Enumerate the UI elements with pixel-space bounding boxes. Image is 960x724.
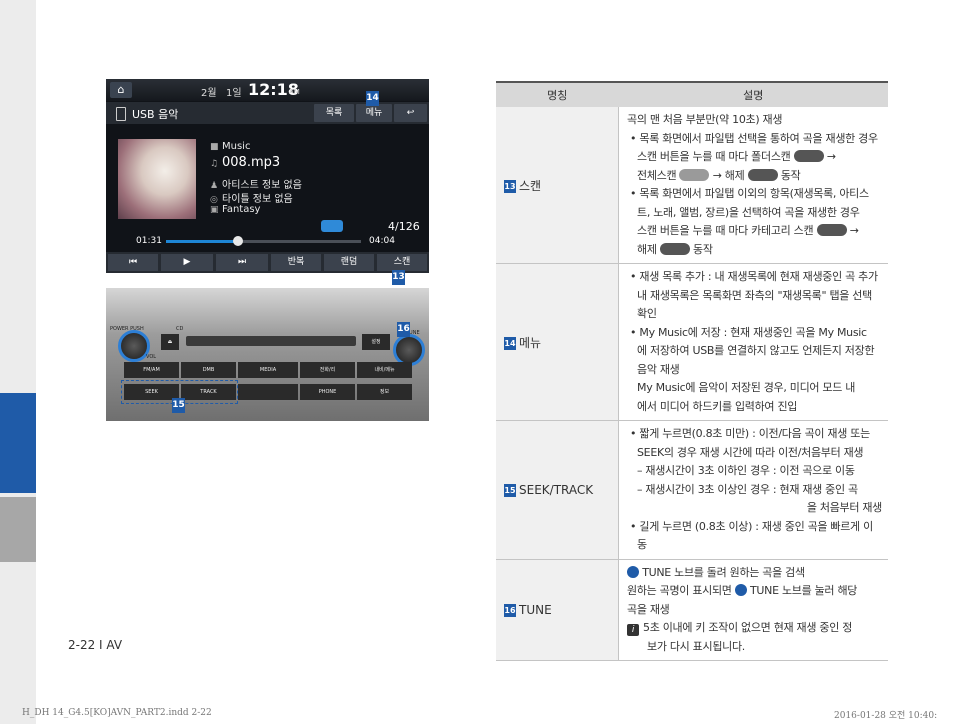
folder-row: ■ Music	[210, 141, 251, 152]
row-name-tune: 16 TUNE	[496, 559, 619, 661]
table-row: 16 TUNE TUNE 노브를 돌려 원하는 곡을 검색 원하는 곡명이 표시되…	[496, 559, 888, 661]
scan-off-icon	[747, 168, 778, 181]
next-icon[interactable]: ⏭	[216, 254, 268, 271]
status-bar: ⌂ 2월 1일 12:18 AM	[106, 79, 429, 101]
page-number: 2-22 I AV	[68, 638, 123, 652]
phone-button[interactable]: PHONE	[300, 384, 355, 400]
info-button[interactable]: 정보	[357, 384, 412, 400]
repeat-button[interactable]: 반복	[271, 254, 321, 271]
usb-music-screen: ⌂ 2월 1일 12:18 AM USB 음악 목록 메뉴 ↩ ■ Music ♫…	[106, 79, 429, 273]
header-name: 명칭	[496, 81, 619, 107]
table-header-row: 명칭 설명	[496, 81, 888, 107]
row-desc-menu: • 재생 목록 추가 : 내 재생목록에 현재 재생중인 곡 추가 내 재생목록…	[618, 263, 888, 421]
progress-bar[interactable]	[166, 236, 361, 246]
tune-knob-icon-2	[734, 584, 747, 596]
blank-button[interactable]	[238, 384, 298, 400]
day: 1일	[226, 88, 242, 99]
row-name-seek-track: 15 SEEK/TRACK	[496, 420, 619, 560]
album-row: ▣ Fantasy	[210, 204, 261, 215]
album-art	[118, 139, 196, 219]
power-label: POWER PUSH	[110, 326, 144, 332]
row-name-scan: 13 스캔	[496, 107, 619, 264]
progress-fill	[166, 240, 239, 243]
prev-icon[interactable]: ⏮	[108, 254, 158, 271]
table-row: 15 SEEK/TRACK • 짧게 누르면(0.8초 미만) : 이전/다음 곡…	[496, 420, 888, 560]
elapsed-time: 01:31	[136, 236, 162, 246]
usb-icon	[116, 107, 126, 121]
filename-row: ♫ 008.mp3	[210, 155, 281, 170]
table-row: 14 메뉴 • 재생 목록 추가 : 내 재생목록에 현재 재생중인 곡 추가 내…	[496, 263, 888, 421]
source-title: USB 음악	[132, 108, 179, 121]
badge-15: 15	[172, 398, 185, 413]
list-button[interactable]: 목록	[314, 104, 354, 122]
track-count: 4/126	[388, 220, 420, 233]
title-bar: USB 음악 목록 메뉴 ↩	[106, 102, 429, 124]
tune-knob-icon	[627, 565, 639, 578]
folder-icon: ■	[210, 142, 219, 152]
dmb-button[interactable]: DMB	[181, 362, 236, 378]
home-icon[interactable]: ⌂	[110, 82, 132, 98]
control-bar: ⏮ ▶ ⏭ 반복 랜덤 스캔	[106, 252, 429, 273]
cd-label: CD	[176, 326, 184, 332]
nav-menu-button[interactable]: 내비/메뉴	[357, 362, 412, 378]
progress-knob[interactable]	[233, 236, 244, 246]
phone-menu-button[interactable]: 전화/리	[300, 362, 355, 378]
artist-row: ♟ 아티스트 정보 없음	[210, 180, 302, 191]
all-scan-icon	[679, 168, 710, 181]
side-tab-active	[0, 393, 36, 493]
play-icon[interactable]: ▶	[161, 254, 213, 271]
badge-16: 16	[397, 322, 410, 337]
row-desc-seek-track: • 짧게 누르면(0.8초 미만) : 이전/다음 곡이 재생 또는 SEEK의…	[618, 420, 888, 560]
media-button[interactable]: MEDIA	[238, 362, 298, 378]
page-side-tab	[0, 0, 36, 724]
ampm: AM	[289, 88, 300, 96]
category-scan-icon	[816, 224, 847, 236]
head-unit-photo: POWER PUSH VOL TUNE CD ⏏ 설정 FM/AM DMB ME…	[106, 288, 429, 421]
folder-scan-icon	[793, 150, 824, 162]
row-desc-tune: TUNE 노브를 돌려 원하는 곡을 검색 원하는 곡명이 표시되면 TUNE …	[618, 559, 888, 661]
repeat-icon	[321, 220, 343, 232]
note-icon: ♫	[210, 159, 219, 169]
setup-button[interactable]: 설정	[362, 334, 390, 350]
month: 2월	[201, 88, 217, 99]
menu-button[interactable]: 메뉴	[356, 104, 392, 122]
badge-13: 13	[392, 270, 405, 285]
scan-off-icon-2	[659, 242, 690, 255]
total-time: 04:04	[369, 236, 395, 246]
eject-icon[interactable]: ⏏	[161, 334, 179, 350]
badge-14: 14	[366, 91, 379, 106]
table-row: 13 스캔 곡의 맨 처음 부분만(약 10초) 재생 • 목록 화면에서 파일탭…	[496, 107, 888, 264]
row-desc-scan: 곡의 맨 처음 부분만(약 10초) 재생 • 목록 화면에서 파일탭 선택을 …	[618, 107, 888, 264]
scan-button[interactable]: 스캔	[377, 254, 427, 271]
footer-date: 2016-01-28 오전 10:40:	[834, 711, 938, 721]
fmam-button[interactable]: FM/AM	[124, 362, 179, 378]
cd-slot	[186, 336, 356, 346]
side-tab-inactive	[0, 497, 36, 562]
row-name-menu: 14 메뉴	[496, 263, 619, 421]
random-button[interactable]: 랜덤	[324, 254, 374, 271]
footer-file: H_DH 14_G4.5[KO]AVN_PART2.indd 2-22	[22, 708, 212, 718]
header-desc: 설명	[618, 81, 888, 107]
info-icon: i	[627, 624, 639, 636]
album-icon: ▣	[210, 205, 219, 215]
vol-label: VOL	[146, 354, 157, 360]
title-row: ◎ 타이틀 정보 없음	[210, 194, 293, 205]
description-table: 명칭 설명 13 스캔 곡의 맨 처음 부분만(약 10초) 재생 • 목록 화면…	[496, 81, 888, 661]
back-arrow-icon[interactable]: ↩	[394, 104, 427, 122]
